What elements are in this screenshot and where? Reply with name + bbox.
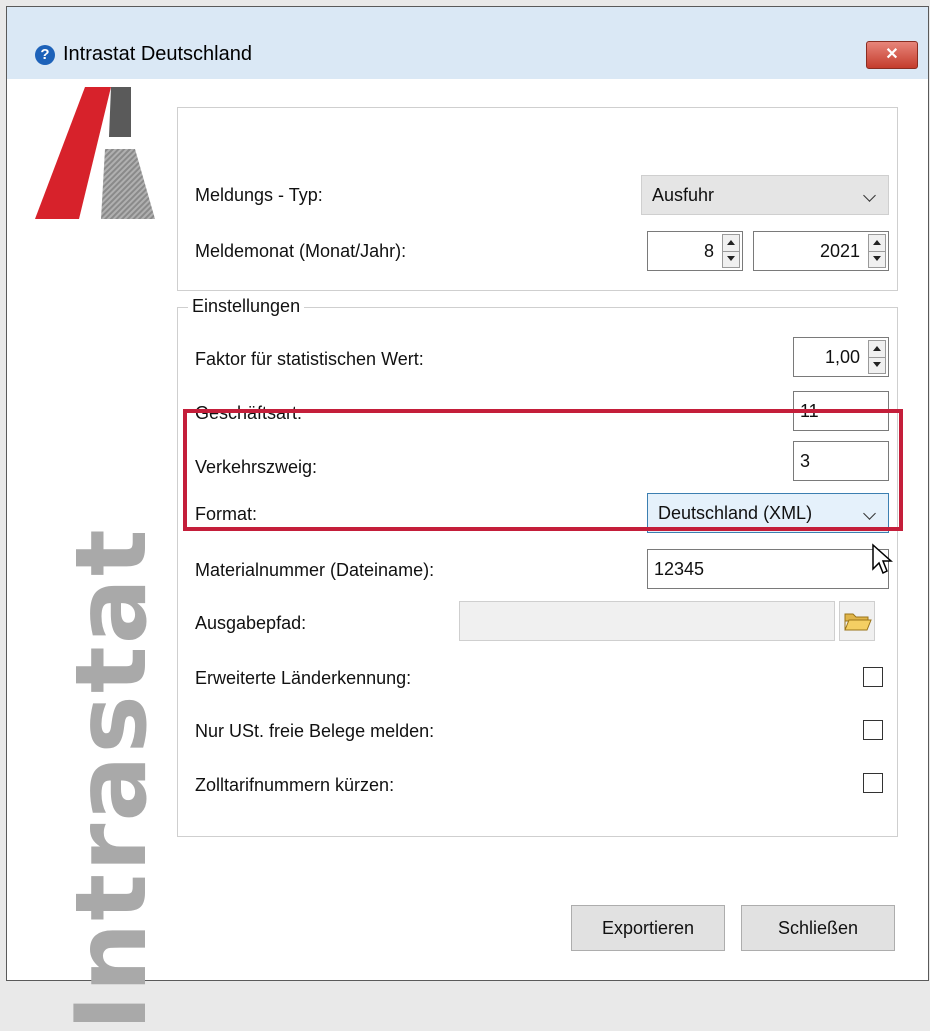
settings-legend: Einstellungen	[188, 296, 305, 317]
month-value: 8	[703, 241, 714, 261]
title-bar: ? Intrastat Deutschland ✕	[7, 7, 928, 79]
chevron-down-icon	[863, 507, 876, 520]
format-select[interactable]: Deutschland (XML)	[647, 493, 889, 533]
close-button[interactable]: Schließen	[741, 905, 895, 951]
tariff-shorten-label: Zolltarifnummern kürzen:	[195, 775, 395, 795]
close-window-button[interactable]: ✕	[866, 41, 918, 69]
arrow-down-icon	[873, 256, 881, 261]
month-spinner[interactable]: 8	[647, 231, 743, 271]
arrow-up-icon	[873, 346, 881, 351]
ext-country-checkbox[interactable]	[863, 667, 883, 687]
material-number-label: Materialnummer (Dateiname):	[195, 560, 435, 580]
arrow-up-icon	[873, 240, 881, 245]
business-type-value: 11	[800, 401, 819, 421]
report-month-label: Meldemonat (Monat/Jahr):	[195, 241, 407, 261]
ext-country-label: Erweiterte Länderkennung:	[195, 668, 412, 688]
intrastat-dialog: ? Intrastat Deutschland ✕ Intrastat Meld…	[6, 6, 929, 1031]
month-spin-buttons[interactable]	[722, 234, 740, 268]
chevron-down-icon	[863, 189, 876, 202]
report-type-value: Ausfuhr	[652, 185, 715, 205]
transport-mode-input[interactable]: 3	[793, 441, 889, 481]
business-type-input[interactable]: 11	[793, 391, 889, 431]
arrow-down-icon	[727, 256, 735, 261]
intrastat-vertical-text: Intrastat	[55, 527, 169, 1031]
export-button[interactable]: Exportieren	[571, 905, 725, 951]
transport-mode-label: Verkehrszweig:	[195, 457, 318, 477]
format-label: Format:	[195, 504, 258, 524]
vat-free-checkbox[interactable]	[863, 720, 883, 740]
arrow-down-icon	[873, 362, 881, 367]
help-icon: ?	[35, 45, 55, 65]
arrow-up-icon	[727, 240, 735, 245]
format-value: Deutschland (XML)	[658, 503, 813, 523]
factor-label: Faktor für statistischen Wert:	[195, 349, 424, 369]
browse-folder-button[interactable]	[839, 601, 875, 641]
factor-spin-buttons[interactable]	[868, 340, 886, 374]
output-path-label: Ausgabepfad:	[195, 613, 307, 633]
tariff-shorten-checkbox[interactable]	[863, 773, 883, 793]
year-value: 2021	[819, 241, 860, 261]
vat-free-label: Nur USt. freie Belege melden:	[195, 721, 435, 741]
mouse-cursor-icon	[872, 543, 893, 575]
factor-value: 1,00	[824, 347, 860, 367]
material-number-value: 12345	[654, 559, 705, 579]
report-type-label: Meldungs - Typ:	[195, 185, 323, 205]
folder-open-icon	[844, 613, 872, 631]
output-path-input[interactable]	[459, 601, 835, 641]
year-spin-buttons[interactable]	[868, 234, 886, 268]
year-spinner[interactable]: 2021	[753, 231, 889, 271]
factor-spinner[interactable]: 1,00	[793, 337, 889, 377]
intrastat-logo	[35, 87, 155, 219]
dialog-content: Intrastat Meldungs - Typ: Ausfuhr Meldem…	[7, 79, 928, 1031]
report-type-select[interactable]: Ausfuhr	[641, 175, 889, 215]
window-title: Intrastat Deutschland	[63, 43, 252, 65]
transport-mode-value: 3	[800, 451, 811, 471]
business-type-label: Geschäftsart:	[195, 403, 303, 423]
material-number-input[interactable]: 12345	[647, 549, 889, 589]
